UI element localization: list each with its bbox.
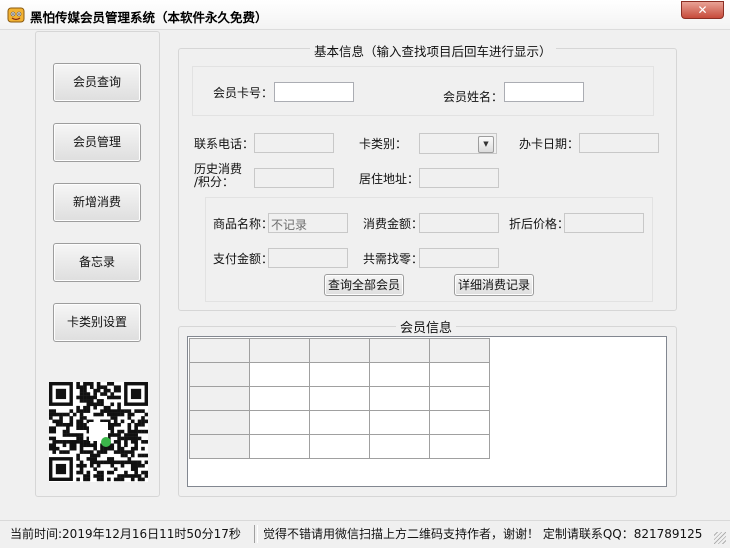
card-type-settings-button[interactable]: 卡类别设置 — [53, 303, 141, 342]
app-logo-icon — [7, 6, 25, 24]
change-field — [419, 248, 499, 268]
open-date-label: 办卡日期： — [519, 137, 580, 151]
history-points-label: 历史消费/积分： — [194, 162, 243, 189]
window-title: 黑怕传媒会员管理系统（本软件永久免费） — [30, 10, 268, 25]
phone-field — [254, 133, 334, 153]
card-no-input[interactable] — [274, 82, 354, 102]
address-field — [419, 168, 499, 188]
member-name-input[interactable] — [504, 82, 584, 102]
card-no-label: 会员卡号： — [213, 86, 274, 100]
product-name-field: 不记录 — [268, 213, 348, 233]
wechat-qr-code — [49, 382, 149, 482]
add-consumption-button[interactable]: 新增消费 — [53, 183, 141, 222]
support-message-text: 觉得不错请用微信扫描上方二维码支持作者，谢谢！ 定制请联系QQ：82178912… — [263, 527, 703, 541]
amount-field — [419, 213, 499, 233]
history-points-field — [254, 168, 334, 188]
member-info-title: 会员信息 — [396, 317, 457, 336]
discount-price-field — [564, 213, 644, 233]
phone-label: 联系电话： — [194, 137, 255, 151]
query-all-members-button[interactable]: 查询全部会员 — [324, 274, 404, 296]
basic-info-title: 基本信息（输入查找项目后回车进行显示） — [310, 41, 556, 60]
table-row[interactable] — [189, 386, 490, 411]
table-row[interactable] — [189, 362, 490, 387]
memo-button[interactable]: 备忘录 — [53, 243, 141, 282]
address-label: 居住地址： — [359, 172, 420, 186]
table-header-row — [189, 338, 490, 363]
paid-amount-label: 支付金额： — [213, 252, 274, 266]
discount-price-label: 折后价格： — [509, 217, 570, 231]
table-row[interactable] — [189, 434, 490, 459]
table-row[interactable] — [189, 410, 490, 435]
card-type-select[interactable]: ▼ — [419, 133, 497, 154]
detailed-records-button[interactable]: 详细消费记录 — [454, 274, 534, 296]
close-button[interactable]: ✕ — [681, 1, 724, 19]
open-date-field — [579, 133, 659, 153]
member-table[interactable] — [189, 338, 490, 459]
member-manage-button[interactable]: 会员管理 — [53, 123, 141, 162]
card-type-label: 卡类别： — [359, 137, 408, 151]
paid-amount-field — [268, 248, 348, 268]
member-query-button[interactable]: 会员查询 — [53, 63, 141, 102]
chevron-down-icon[interactable]: ▼ — [478, 136, 494, 153]
current-time-text: 当前时间:2019年12月16日11时50分17秒 — [10, 527, 241, 541]
amount-label: 消费金额： — [363, 217, 424, 231]
member-name-label: 会员姓名： — [443, 90, 504, 104]
change-label: 共需找零： — [363, 252, 424, 266]
resize-grip-icon[interactable] — [714, 532, 726, 544]
title-bar: 黑怕传媒会员管理系统（本软件永久免费） ✕ — [0, 0, 730, 30]
product-name-label: 商品名称： — [213, 217, 274, 231]
status-bar: 当前时间:2019年12月16日11时50分17秒 觉得不错请用微信扫描上方二维… — [0, 520, 730, 548]
status-divider — [254, 525, 258, 543]
